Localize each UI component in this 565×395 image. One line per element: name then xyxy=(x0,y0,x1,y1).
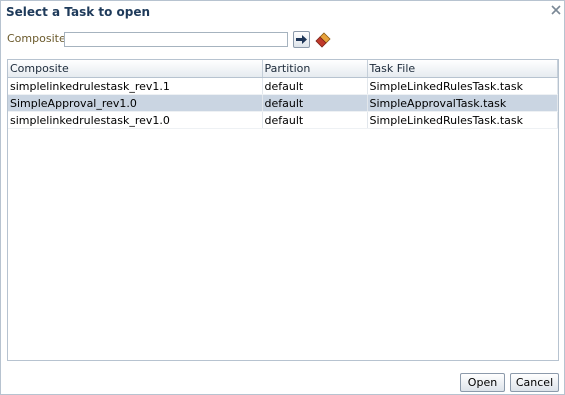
column-header-composite[interactable]: Composite xyxy=(8,60,263,78)
arrow-right-icon xyxy=(296,35,307,44)
close-button[interactable] xyxy=(550,4,562,16)
table-row[interactable]: simplelinkedrulestask_rev1.0 default Sim… xyxy=(8,111,558,129)
cancel-button[interactable]: Cancel xyxy=(510,373,559,392)
cell-composite: simplelinkedrulestask_rev1.0 xyxy=(8,111,263,129)
cell-partition: default xyxy=(262,77,368,95)
composite-search-input[interactable] xyxy=(64,32,288,47)
cell-task-file: SimpleLinkedRulesTask.task xyxy=(367,77,558,95)
clear-search-button[interactable] xyxy=(314,31,331,48)
cell-task-file: SimpleLinkedRulesTask.task xyxy=(367,111,558,129)
cell-partition: default xyxy=(262,94,368,112)
column-header-partition[interactable]: Partition xyxy=(262,60,368,78)
task-table: Composite Partition Task File simplelink… xyxy=(7,59,559,361)
cell-partition: default xyxy=(262,111,368,129)
table-header-row: Composite Partition Task File xyxy=(8,60,558,78)
table-row[interactable]: SimpleApproval_rev1.0 default SimpleAppr… xyxy=(8,94,558,112)
eraser-icon xyxy=(314,31,331,48)
search-go-button[interactable] xyxy=(293,31,310,48)
task-open-dialog: Select a Task to open Composite Composit… xyxy=(0,0,565,395)
cell-task-file: SimpleApprovalTask.task xyxy=(367,94,558,112)
dialog-title: Select a Task to open xyxy=(6,5,151,19)
open-button[interactable]: Open xyxy=(460,373,505,392)
close-icon xyxy=(551,5,561,15)
cell-composite: SimpleApproval_rev1.0 xyxy=(8,94,263,112)
column-header-task-file[interactable]: Task File xyxy=(367,60,558,78)
composite-search-label: Composite xyxy=(7,32,66,45)
cell-composite: simplelinkedrulestask_rev1.1 xyxy=(8,77,263,95)
table-row[interactable]: simplelinkedrulestask_rev1.1 default Sim… xyxy=(8,77,558,95)
